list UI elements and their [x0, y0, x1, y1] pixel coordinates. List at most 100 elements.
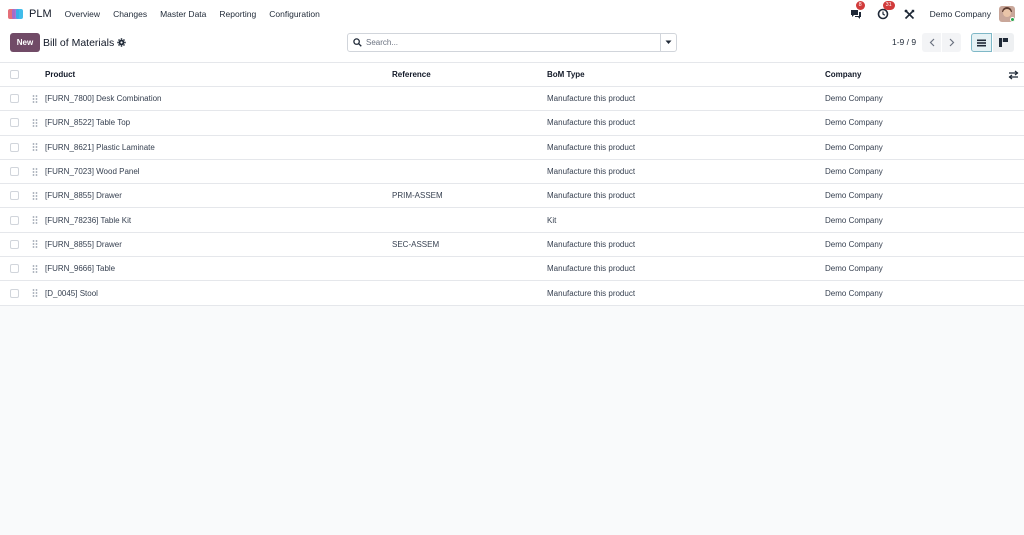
drag-handle-icon[interactable] — [32, 289, 38, 297]
kanban-view-button[interactable] — [993, 33, 1014, 52]
row-bom-type: Manufacture this product — [547, 94, 636, 104]
row-checkbox[interactable] — [10, 94, 19, 104]
gear-icon[interactable] — [117, 38, 126, 47]
row-checkbox[interactable] — [10, 264, 19, 274]
new-button[interactable]: New — [10, 33, 40, 52]
activities-badge: 31 — [882, 1, 895, 10]
menu-reporting[interactable]: Reporting — [219, 9, 256, 19]
drag-handle-icon[interactable] — [32, 94, 38, 103]
drag-handle-icon[interactable] — [32, 119, 38, 127]
drag-handle-icon[interactable] — [32, 143, 38, 152]
row-reference: PRIM-ASSEM — [392, 191, 443, 201]
row-product: [FURN_8855] Drawer — [45, 191, 122, 201]
row-product: [D_0045] Stool — [45, 288, 98, 298]
search-icon — [348, 38, 366, 47]
list-view-button[interactable] — [971, 33, 992, 52]
caret-down-icon — [665, 40, 672, 44]
row-bom-type: Kit — [547, 215, 557, 225]
row-bom-type: Manufacture this product — [547, 264, 636, 274]
row-bom-type: Manufacture this product — [547, 167, 636, 177]
row-bom-type: Manufacture this product — [547, 118, 636, 128]
column-header-company[interactable]: Company — [825, 63, 861, 86]
systray: 8 31 Demo Company — [849, 1, 1016, 22]
row-company: Demo Company — [825, 142, 883, 152]
row-checkbox[interactable] — [10, 118, 19, 128]
drag-handle-icon[interactable] — [32, 240, 38, 249]
search-bar — [347, 33, 677, 52]
row-checkbox[interactable] — [10, 288, 19, 298]
optional-columns-icon[interactable] — [1008, 70, 1019, 80]
user-avatar[interactable] — [999, 6, 1015, 22]
table-row[interactable]: [D_0045] Stool Manufacture this product … — [0, 281, 1024, 306]
top-navbar: PLM Overview Changes Master Data Reporti… — [0, 0, 1024, 28]
table-row[interactable]: [FURN_9666] Table Manufacture this produ… — [0, 257, 1024, 282]
row-bom-type: Manufacture this product — [547, 239, 636, 249]
pager-previous-button[interactable] — [922, 33, 941, 52]
column-header-product[interactable]: Product — [45, 63, 75, 86]
row-company: Demo Company — [825, 167, 883, 177]
row-product: [FURN_78236] Table Kit — [45, 215, 132, 225]
app-name[interactable]: PLM — [29, 8, 52, 20]
row-checkbox[interactable] — [10, 167, 19, 177]
pager-value[interactable]: 1-9 / 9 — [892, 37, 916, 47]
drag-handle-icon[interactable] — [32, 191, 38, 200]
row-checkbox[interactable] — [10, 215, 19, 225]
table-row[interactable]: [FURN_8855] Drawer PRIM-ASSEM Manufactur… — [0, 184, 1024, 209]
column-header-reference[interactable]: Reference — [392, 63, 431, 86]
row-product: [FURN_7800] Desk Combination — [45, 94, 162, 104]
chevron-left-icon — [929, 38, 934, 47]
row-company: Demo Company — [825, 118, 883, 128]
chevron-right-icon — [949, 38, 954, 47]
row-checkbox[interactable] — [10, 142, 19, 152]
drag-handle-icon[interactable] — [32, 264, 38, 273]
row-company: Demo Company — [825, 94, 883, 104]
company-switcher[interactable]: Demo Company — [930, 9, 991, 19]
row-company: Demo Company — [825, 215, 883, 225]
drag-handle-icon[interactable] — [32, 167, 38, 176]
tools-icon — [904, 9, 915, 19]
messages-badge: 8 — [855, 1, 865, 10]
row-bom-type: Manufacture this product — [547, 142, 636, 152]
chat-icon — [850, 9, 861, 19]
list-view-icon — [977, 39, 986, 46]
table-row[interactable]: [FURN_8855] Drawer SEC-ASSEM Manufacture… — [0, 232, 1024, 258]
row-product: [FURN_7023] Wood Panel — [45, 167, 140, 177]
pager-next-button[interactable] — [942, 33, 961, 52]
search-input[interactable] — [366, 38, 660, 47]
menu-configuration[interactable]: Configuration — [269, 9, 320, 19]
kanban-view-icon — [999, 38, 1008, 47]
app-logo-icon[interactable] — [8, 8, 24, 20]
row-product: [FURN_9666] Table — [45, 264, 116, 274]
row-reference: SEC-ASSEM — [392, 239, 440, 249]
column-header-bom-type[interactable]: BoM Type — [547, 63, 585, 86]
row-company: Demo Company — [825, 264, 883, 274]
row-company: Demo Company — [825, 239, 883, 249]
row-product: [FURN_8621] Plastic Laminate — [45, 142, 155, 152]
table-row[interactable]: [FURN_7800] Desk Combination Manufacture… — [0, 87, 1024, 112]
row-product: [FURN_8522] Table Top — [45, 118, 131, 128]
row-product: [FURN_8855] Drawer — [45, 239, 122, 249]
tools-button[interactable] — [903, 7, 917, 21]
menu-overview[interactable]: Overview — [65, 9, 100, 19]
menu-master-data[interactable]: Master Data — [160, 9, 206, 19]
row-checkbox[interactable] — [10, 191, 19, 201]
table-header: Product Reference BoM Type Company — [0, 63, 1024, 87]
control-panel: New Bill of Materials 1-9 / 9 — [0, 28, 1024, 63]
search-options-toggle[interactable] — [660, 34, 676, 51]
activities-button[interactable]: 31 — [876, 1, 895, 21]
messages-button[interactable]: 8 — [849, 1, 865, 21]
row-company: Demo Company — [825, 288, 883, 298]
row-checkbox[interactable] — [10, 239, 19, 249]
select-all-checkbox[interactable] — [10, 70, 19, 79]
drag-handle-icon[interactable] — [32, 216, 38, 225]
row-company: Demo Company — [825, 191, 883, 201]
table-row[interactable]: [FURN_7023] Wood Panel Manufacture this … — [0, 159, 1024, 185]
page-title[interactable]: Bill of Materials — [43, 37, 114, 49]
table-row[interactable]: [FURN_8621] Plastic Laminate Manufacture… — [0, 135, 1024, 160]
bom-list: Product Reference BoM Type Company [FURN… — [0, 63, 1024, 306]
table-row[interactable]: [FURN_78236] Table Kit Kit Demo Company — [0, 208, 1024, 233]
online-status-icon — [1010, 17, 1015, 22]
row-bom-type: Manufacture this product — [547, 191, 636, 201]
table-row[interactable]: [FURN_8522] Table Top Manufacture this p… — [0, 111, 1024, 136]
menu-changes[interactable]: Changes — [113, 9, 147, 19]
